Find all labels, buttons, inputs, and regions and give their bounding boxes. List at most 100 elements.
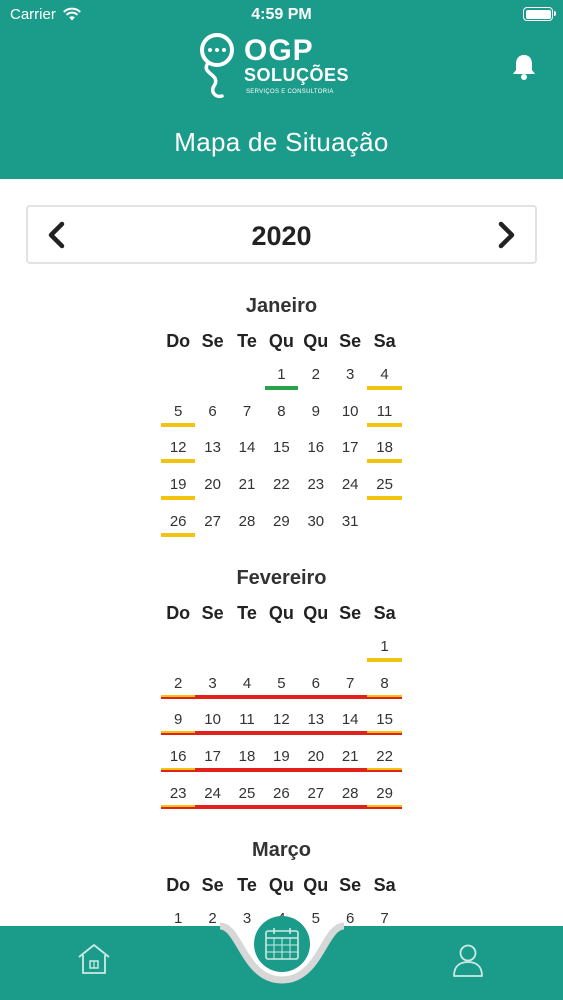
- calendar-day[interactable]: 17: [195, 748, 229, 765]
- calendar-day[interactable]: 24: [195, 785, 229, 802]
- calendar-day[interactable]: 15: [264, 439, 298, 456]
- calendar-day[interactable]: 13: [195, 439, 229, 456]
- calendar-day[interactable]: 11: [367, 403, 401, 420]
- calendar-day[interactable]: 12: [264, 711, 298, 728]
- calendar-day[interactable]: 7: [230, 403, 264, 420]
- calendar-day[interactable]: 14: [230, 439, 264, 456]
- calendar-day[interactable]: 19: [161, 476, 195, 493]
- calendar-nav-button[interactable]: [254, 916, 310, 972]
- calendar-day[interactable]: 8: [367, 675, 401, 692]
- weekday-label: Se: [339, 603, 362, 623]
- calendar-day[interactable]: 2: [161, 675, 195, 692]
- weekday-label: Qu: [268, 603, 294, 623]
- weekday-label: Do: [166, 603, 191, 623]
- bottom-nav: [0, 916, 563, 1000]
- calendar-day[interactable]: 8: [264, 403, 298, 420]
- chevron-right-icon[interactable]: [491, 220, 521, 250]
- absence-marker: [333, 694, 368, 699]
- calendar-day[interactable]: 2: [299, 366, 333, 383]
- calendar-day[interactable]: 3: [195, 675, 229, 692]
- calendar-day[interactable]: 29: [367, 785, 401, 802]
- bell-icon[interactable]: [511, 53, 537, 81]
- calendar-day[interactable]: 9: [299, 403, 333, 420]
- weekday-label: Se: [339, 331, 362, 351]
- calendar-day[interactable]: 22: [264, 476, 298, 493]
- calendar-day[interactable]: 30: [299, 513, 333, 530]
- header: Carrier 4:59 PM OGP SOLUÇÕES SERVIÇOS E …: [0, 0, 563, 179]
- absence-marker: [264, 731, 299, 736]
- calendar-day[interactable]: 26: [161, 513, 195, 530]
- calendar-day[interactable]: 12: [161, 439, 195, 456]
- calendar-day[interactable]: 27: [299, 785, 333, 802]
- weekend-marker: [367, 386, 402, 390]
- calendar-day[interactable]: 31: [333, 513, 367, 530]
- calendar-day[interactable]: 4: [230, 675, 264, 692]
- absence-marker: [229, 694, 265, 699]
- calendar-day[interactable]: 4: [367, 366, 401, 383]
- calendar-day[interactable]: 21: [230, 476, 264, 493]
- calendar-day[interactable]: 26: [264, 785, 298, 802]
- absence-marker: [367, 806, 402, 809]
- weekday-label: Do: [166, 331, 191, 351]
- calendar-day[interactable]: 25: [367, 476, 401, 493]
- calendar-day[interactable]: 16: [299, 439, 333, 456]
- calendar-day[interactable]: 18: [230, 748, 264, 765]
- absence-marker: [264, 694, 299, 699]
- absence-marker: [195, 768, 230, 773]
- calendar-day[interactable]: 19: [264, 748, 298, 765]
- weekday-label: Se: [339, 875, 362, 895]
- calendar-day[interactable]: 11: [230, 711, 264, 728]
- user-icon[interactable]: [451, 942, 485, 978]
- calendar-day[interactable]: 13: [299, 711, 333, 728]
- calendar-day[interactable]: 7: [333, 675, 367, 692]
- calendar-day[interactable]: 1: [367, 638, 401, 655]
- absence-marker: [367, 770, 402, 773]
- calendar-day[interactable]: 10: [333, 403, 367, 420]
- calendar-day[interactable]: 18: [367, 439, 401, 456]
- absence-marker: [367, 733, 402, 736]
- calendar-day[interactable]: 1: [264, 366, 298, 383]
- absence-marker: [161, 696, 196, 699]
- month-name: Março: [252, 839, 311, 861]
- weekday-label: Se: [201, 875, 224, 895]
- calendar-day[interactable]: 6: [299, 675, 333, 692]
- calendar-day[interactable]: 10: [195, 711, 229, 728]
- calendar-day[interactable]: 3: [333, 366, 367, 383]
- weekday-label: Do: [166, 875, 191, 895]
- calendar-day[interactable]: 9: [161, 711, 195, 728]
- absence-marker: [229, 804, 265, 809]
- calendar-day[interactable]: 20: [195, 476, 229, 493]
- home-icon[interactable]: [76, 942, 112, 976]
- weekday-label: Qu: [303, 603, 329, 623]
- absence-marker: [264, 768, 299, 773]
- calendar-day[interactable]: 16: [161, 748, 195, 765]
- battery-icon: [523, 7, 556, 21]
- calendar-day[interactable]: 29: [264, 513, 298, 530]
- weekday-label: Qu: [303, 331, 329, 351]
- calendar-day[interactable]: 20: [299, 748, 333, 765]
- status-bar: Carrier 4:59 PM: [0, 0, 563, 30]
- calendar-day[interactable]: 15: [367, 711, 401, 728]
- weekend-marker: [161, 496, 196, 501]
- calendar-day[interactable]: 23: [299, 476, 333, 493]
- month-name: Janeiro: [245, 295, 318, 317]
- weekday-label: Te: [237, 331, 257, 351]
- calendar-day[interactable]: 17: [333, 439, 367, 456]
- calendar-day[interactable]: 28: [230, 513, 264, 530]
- calendar-day[interactable]: 24: [333, 476, 367, 493]
- calendar-day[interactable]: 25: [230, 785, 264, 802]
- calendar-day[interactable]: 21: [333, 748, 367, 765]
- calendar-day[interactable]: 23: [161, 785, 195, 802]
- weekday-label: Qu: [268, 875, 294, 895]
- weekday-label: Qu: [268, 331, 294, 351]
- logo-subtitle: SOLUÇÕES: [244, 65, 350, 85]
- calendar-day[interactable]: 28: [333, 785, 367, 802]
- calendar-day[interactable]: 6: [195, 403, 229, 420]
- calendar-day[interactable]: 14: [333, 711, 367, 728]
- calendar-day[interactable]: 5: [264, 675, 298, 692]
- calendar-day[interactable]: 22: [367, 748, 401, 765]
- absence-marker: [229, 731, 265, 736]
- calendar-day[interactable]: 27: [195, 513, 229, 530]
- calendar-day[interactable]: 5: [161, 403, 195, 420]
- weekend-marker: [161, 532, 196, 537]
